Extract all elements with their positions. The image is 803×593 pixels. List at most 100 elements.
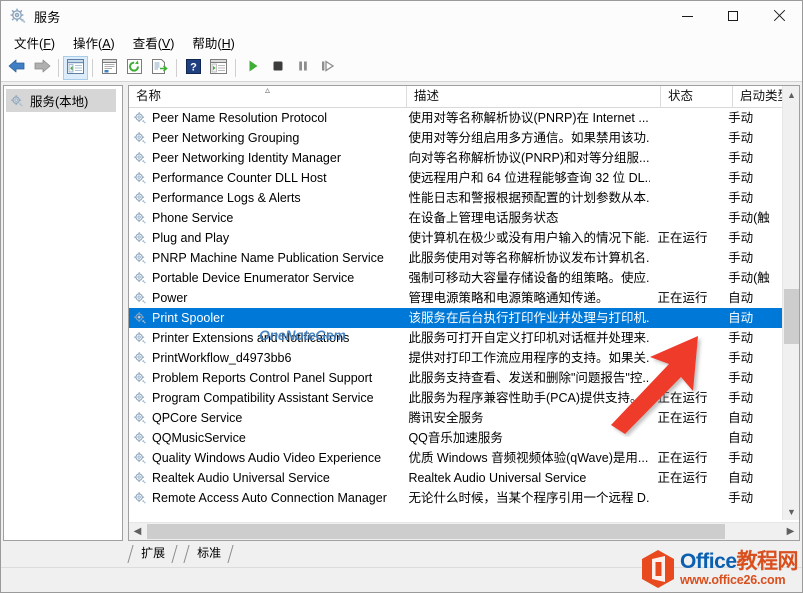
office-watermark-title-en: Office	[679, 550, 737, 574]
tab-extended[interactable]: 扩展	[127, 545, 178, 563]
show-action-pane-icon	[210, 58, 227, 77]
table-row[interactable]: Power 管理电源策略和电源策略通知传递。 正在运行 自动	[129, 288, 784, 308]
scroll-right-icon[interactable]: ▶	[782, 523, 799, 540]
help-button[interactable]: ?	[181, 56, 206, 80]
menu-action-label: 操作	[73, 37, 99, 51]
start-service-button[interactable]	[240, 56, 265, 80]
services-window: 服务 文件(F) 操作(A) 查看(V) 帮助(H) ? 服务(本地) 名称 ▵…	[0, 0, 803, 593]
cell-description: 在设备上管理电话服务状态	[408, 211, 559, 225]
table-row[interactable]: QPCore Service 腾讯安全服务 正在运行 自动	[129, 408, 784, 428]
show-hide-console-tree-icon	[67, 58, 84, 77]
cell-startup-type: 手动	[728, 231, 754, 245]
minimize-button[interactable]	[664, 1, 710, 31]
tab-standard[interactable]: 标准	[183, 545, 234, 563]
cell-description: 性能日志和警报根据预配置的计划参数从本...	[408, 191, 651, 205]
cell-description: 提供对打印工作流应用程序的支持。如果关...	[408, 351, 651, 365]
scroll-left-icon[interactable]: ◀	[129, 523, 146, 540]
menu-view-label: 查看	[132, 37, 158, 51]
show-action-pane-button[interactable]	[206, 56, 231, 80]
menu-action-accel: A	[102, 37, 111, 51]
menu-help[interactable]: 帮助(H)	[183, 31, 243, 54]
vertical-scrollbar[interactable]: ▲ ▼	[782, 86, 799, 520]
table-row[interactable]: PrintWorkflow_d4973bb6 提供对打印工作流应用程序的支持。如果…	[129, 348, 784, 368]
menu-action[interactable]: 操作(A)	[64, 31, 124, 54]
table-row[interactable]: Portable Device Enumerator Service 强制可移动大…	[129, 268, 784, 288]
show-hide-console-tree-button[interactable]	[63, 55, 88, 80]
horizontal-scrollbar-thumb[interactable]	[147, 524, 725, 539]
menu-file[interactable]: 文件(F)	[5, 31, 64, 54]
back-button[interactable]	[4, 56, 29, 80]
cell-service-name: Phone Service	[129, 208, 401, 228]
pause-service-button[interactable]	[290, 56, 315, 80]
services-gear-icon	[133, 291, 147, 305]
cell-startup-type: 手动	[728, 391, 754, 405]
table-row[interactable]: Performance Logs & Alerts 性能日志和警报根据预配置的计划…	[129, 188, 784, 208]
stop-service-button[interactable]	[265, 56, 290, 80]
cell-service-name: Realtek Audio Universal Service	[129, 468, 401, 488]
table-row[interactable]: QQMusicService QQ音乐加速服务 自动	[129, 428, 784, 448]
table-row[interactable]: Print Spooler 该服务在后台执行打印作业并处理与打印机... 自动	[129, 308, 784, 328]
service-name-label: Performance Counter DLL Host	[152, 171, 327, 185]
cell-service-name: QQMusicService	[129, 428, 401, 448]
table-row[interactable]: PNRP Machine Name Publication Service 此服务…	[129, 248, 784, 268]
services-gear-icon	[133, 471, 147, 485]
services-gear-icon	[133, 151, 147, 165]
cell-startup-type: 自动	[728, 471, 754, 485]
cell-description: 腾讯安全服务	[408, 411, 484, 425]
table-row[interactable]: Problem Reports Control Panel Support 此服务…	[129, 368, 784, 388]
cell-service-name: PNRP Machine Name Publication Service	[129, 248, 401, 268]
properties-icon	[101, 58, 118, 77]
restart-service-button[interactable]	[315, 56, 340, 80]
table-row[interactable]: Peer Name Resolution Protocol 使用对等名称解析协议(…	[129, 108, 784, 128]
table-row[interactable]: Plug and Play 使计算机在极少或没有用户输入的情况下能... 正在运行 手…	[129, 228, 784, 248]
cell-status: 正在运行	[657, 471, 708, 485]
scroll-up-icon[interactable]: ▲	[783, 86, 799, 103]
cell-startup-type: 手动	[728, 151, 754, 165]
export-list-button[interactable]	[147, 56, 172, 80]
cell-status: 正在运行	[657, 231, 708, 245]
table-row[interactable]: Program Compatibility Assistant Service 此…	[129, 388, 784, 408]
table-row[interactable]: Peer Networking Identity Manager 向对等名称解析协…	[129, 148, 784, 168]
service-name-label: Printer Extensions and Notifications	[152, 331, 350, 345]
column-header-name-label: 名称	[136, 89, 162, 103]
vertical-scrollbar-thumb[interactable]	[784, 289, 799, 344]
properties-button[interactable]	[97, 56, 122, 80]
column-header-description-label: 描述	[414, 89, 440, 103]
maximize-button[interactable]	[710, 1, 756, 31]
cell-service-name: Print Spooler	[129, 308, 401, 328]
services-gear-icon	[133, 171, 147, 185]
column-header-status[interactable]: 状态	[661, 86, 733, 108]
menu-bar: 文件(F) 操作(A) 查看(V) 帮助(H)	[1, 31, 802, 54]
table-row[interactable]: Remote Access Auto Connection Manager 无论什…	[129, 488, 784, 508]
table-row[interactable]: Peer Networking Grouping 使用对等分组启用多方通信。如果禁…	[129, 128, 784, 148]
table-row[interactable]: Printer Extensions and Notifications 此服务可…	[129, 328, 784, 348]
cell-startup-type: 手动	[728, 351, 754, 365]
toolbar-separator	[58, 58, 59, 77]
cell-service-name: Quality Windows Audio Video Experience	[129, 448, 401, 468]
restart-service-icon	[320, 59, 336, 76]
tree-node-services-local[interactable]: 服务(本地)	[6, 89, 116, 112]
refresh-button[interactable]	[122, 56, 147, 80]
cell-service-name: Program Compatibility Assistant Service	[129, 388, 401, 408]
table-row[interactable]: Performance Counter DLL Host 使远程用户和 64 位进…	[129, 168, 784, 188]
refresh-icon	[126, 58, 143, 77]
service-name-label: Print Spooler	[152, 311, 225, 325]
column-header-name[interactable]: 名称 ▵	[129, 86, 407, 108]
maximize-icon	[728, 11, 738, 21]
horizontal-scrollbar[interactable]: ◀ ▶	[129, 522, 799, 540]
table-row[interactable]: Quality Windows Audio Video Experience 优质…	[129, 448, 784, 468]
service-name-label: Performance Logs & Alerts	[152, 191, 301, 205]
toolbar-separator	[176, 58, 177, 77]
cell-startup-type: 自动	[728, 431, 754, 445]
cell-service-name: Portable Device Enumerator Service	[129, 268, 401, 288]
table-row[interactable]: Phone Service 在设备上管理电话服务状态 手动(触	[129, 208, 784, 228]
scroll-down-icon[interactable]: ▼	[783, 503, 799, 520]
menu-view[interactable]: 查看(V)	[124, 31, 184, 54]
services-list[interactable]: Peer Name Resolution Protocol 使用对等名称解析协议(…	[129, 108, 784, 520]
forward-button[interactable]	[29, 56, 54, 80]
table-row[interactable]: Realtek Audio Universal Service Realtek A…	[129, 468, 784, 488]
services-gear-icon	[133, 351, 147, 365]
close-button[interactable]	[756, 1, 802, 31]
column-header-description[interactable]: 描述	[407, 86, 661, 108]
toolbar: ?	[1, 54, 802, 82]
